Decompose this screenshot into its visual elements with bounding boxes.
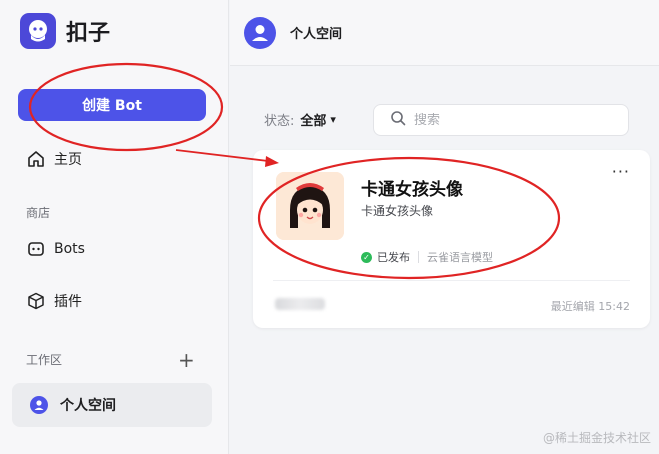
home-icon [26, 149, 46, 169]
watermark: @稀土掘金技术社区 [542, 431, 651, 445]
status-filter[interactable]: 状态: 全部 ▾ [264, 110, 336, 129]
sidebar-item-label: 个人空间 [60, 398, 116, 414]
workspace-section-label: 工作区 [26, 353, 63, 367]
divider [418, 251, 419, 263]
store-section-label: 商店 [26, 206, 51, 220]
add-workspace-icon[interactable]: + [178, 348, 195, 372]
sidebar: 扣子 创建 Bot 主页 商店 Bots 插件 工作区 + 个人空间 [0, 0, 229, 454]
bot-card[interactable]: 卡通女孩头像 卡通女孩头像 ··· ✓ 已发布 云雀语言模型 最近编辑 15:4… [253, 150, 650, 328]
search-input[interactable] [414, 112, 594, 128]
check-icon: ✓ [361, 251, 372, 263]
bot-name: 卡通女孩头像 [361, 180, 463, 200]
more-options-icon[interactable]: ··· [612, 162, 630, 181]
model-label: 云雀语言模型 [427, 251, 493, 264]
page-title: 个人空间 [290, 27, 343, 42]
search-icon [390, 110, 406, 130]
sidebar-item-label: Bots [54, 241, 85, 257]
bot-description: 卡通女孩头像 [361, 204, 434, 218]
user-avatar-icon[interactable] [244, 16, 276, 49]
app-title: 扣子 [66, 21, 111, 46]
sidebar-item-label: 插件 [54, 294, 82, 310]
create-bot-button[interactable]: 创建 Bot [18, 89, 206, 121]
sidebar-item-personal-space[interactable]: 个人空间 [12, 383, 212, 427]
user-avatar-icon [30, 396, 48, 414]
blurred-author [275, 298, 325, 310]
bot-avatar [276, 172, 344, 240]
sidebar-item-bots[interactable]: Bots [26, 237, 85, 261]
sidebar-item-home[interactable]: 主页 [26, 147, 82, 171]
search-box[interactable] [373, 104, 629, 136]
top-bar: 个人空间 [230, 0, 659, 66]
sidebar-item-plugins[interactable]: 插件 [26, 289, 82, 313]
bot-status: ✓ 已发布 云雀语言模型 [361, 249, 493, 265]
filter-value[interactable]: 全部 [300, 110, 326, 129]
bot-icon [26, 239, 46, 259]
last-edited: 最近编辑 15:42 [550, 300, 630, 313]
cube-icon [26, 291, 46, 311]
filter-label: 状态: [264, 114, 295, 129]
app-logo[interactable]: 扣子 [20, 12, 110, 50]
sidebar-item-label: 主页 [54, 152, 82, 168]
card-divider [273, 280, 630, 281]
caret-down-icon: ▾ [330, 113, 336, 126]
logo-icon [20, 13, 56, 49]
cartoon-girl-icon [276, 172, 344, 240]
status-label: 已发布 [377, 251, 410, 264]
